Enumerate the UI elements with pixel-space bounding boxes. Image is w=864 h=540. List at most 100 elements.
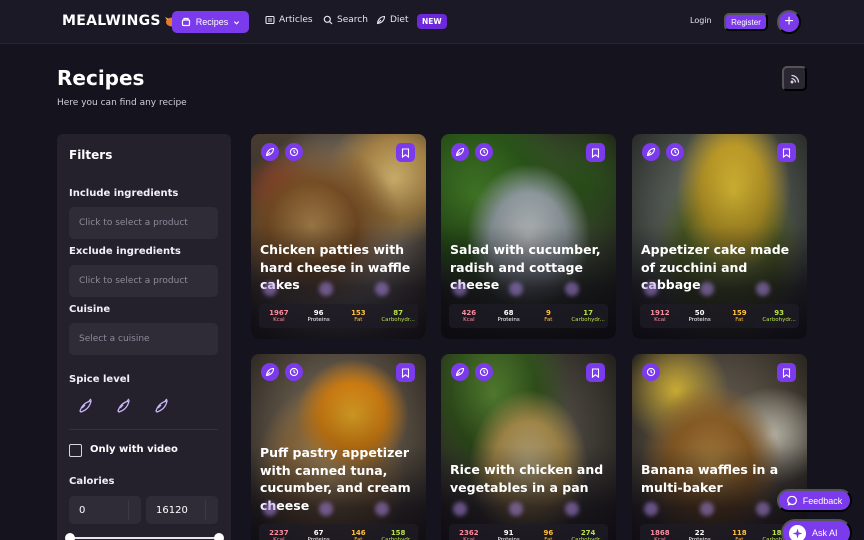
bookmark-button[interactable] (396, 143, 415, 162)
ingredient-thumbnail (375, 502, 389, 516)
cuisine-label: Cuisine (69, 304, 111, 315)
spice-level-1-icon[interactable] (77, 397, 95, 415)
proteins-value: 91 (503, 529, 514, 537)
clock-icon (642, 363, 660, 381)
fat-stat: 153 Fat (339, 309, 377, 323)
bookmark-button[interactable] (777, 143, 796, 162)
fat-value: 159 (732, 309, 747, 317)
recipe-card[interactable]: Banana waffles in a multi-baker 1868 Kcal… (632, 354, 807, 540)
kcal-value: 2237 (269, 529, 289, 537)
recipe-card[interactable]: Chicken patties with hard cheese in waff… (251, 134, 426, 339)
ingredient-thumbnail (319, 502, 333, 516)
rss-icon (790, 74, 799, 83)
bookmark-icon (782, 147, 791, 158)
rss-button[interactable] (782, 66, 807, 91)
clock-icon (285, 363, 303, 381)
fat-stat: 9 Fat (529, 309, 567, 323)
kcal-stat: 2362 Kcal (450, 529, 488, 540)
recipe-card[interactable]: Rice with chicken and vegetables in a pa… (441, 354, 616, 540)
fat-stat: 96 Fat (529, 529, 567, 540)
fat-value: 118 (732, 529, 747, 537)
bookmark-icon (401, 147, 410, 158)
ingredient-thumbnail (319, 282, 333, 296)
cuisine-select[interactable]: Select a cuisine (69, 323, 218, 355)
recipe-title[interactable]: Rice with chicken and vegetables in a pa… (450, 461, 610, 496)
carbs-stat: 87 Carbohydr... (379, 309, 417, 323)
recipe-card[interactable]: Puff pastry appetizer with canned tuna, … (251, 354, 426, 540)
carbs-value: 87 (393, 309, 403, 317)
kcal-label: Kcal (654, 317, 666, 323)
diet-leaf-icon (261, 363, 279, 381)
kcal-label: Kcal (273, 317, 285, 323)
calories-min-input[interactable]: 0 (69, 496, 141, 524)
bookmark-button[interactable] (586, 143, 605, 162)
bookmark-button[interactable] (586, 363, 605, 382)
filters-divider (69, 429, 218, 430)
calories-max-stepper[interactable] (205, 500, 214, 520)
include-ingredients-input[interactable]: Click to select a product (69, 207, 218, 239)
bookmark-button[interactable] (777, 363, 796, 382)
carbs-label: Carbohydr... (571, 317, 605, 323)
calories-label: Calories (69, 476, 115, 487)
site-logo[interactable]: MEALWINGS (62, 13, 180, 29)
kcal-stat: 426 Kcal (450, 309, 488, 323)
exclude-ingredients-input[interactable]: Click to select a product (69, 265, 218, 297)
feedback-button[interactable]: Feedback (777, 489, 852, 512)
exclude-ingredients-label: Exclude ingredients (69, 246, 181, 257)
fat-label: Fat (544, 317, 553, 323)
carbs-stat: 93 Carbohydr... (760, 309, 798, 323)
recipes-dropdown-button[interactable]: Recipes (172, 11, 249, 33)
fat-label: Fat (735, 317, 744, 323)
ingredient-thumbnails (263, 282, 389, 296)
carbs-stat: 274 Carbohydr... (569, 529, 607, 540)
recipe-title[interactable]: Banana waffles in a multi-baker (641, 461, 801, 496)
ingredient-thumbnail (453, 502, 467, 516)
calories-min-stepper[interactable] (128, 500, 137, 520)
recipe-book-icon (181, 17, 190, 27)
spice-level-3-icon[interactable] (153, 397, 171, 415)
new-badge: NEW (417, 14, 447, 29)
add-button[interactable]: + (777, 10, 801, 34)
ingredient-thumbnail (700, 282, 714, 296)
calories-slider-min-handle[interactable] (65, 533, 75, 540)
ingredient-thumbnail (644, 282, 658, 296)
nav-search-link[interactable]: Search (323, 15, 368, 25)
calories-slider-track[interactable] (69, 537, 218, 539)
carbs-value: 158 (390, 529, 406, 537)
ask-ai-label: Ask AI (812, 528, 838, 538)
ask-ai-button[interactable]: Ask AI (781, 519, 852, 540)
proteins-value: 22 (694, 529, 705, 537)
proteins-value: 68 (503, 309, 514, 317)
login-link[interactable]: Login (690, 16, 712, 25)
proteins-label: Proteins (497, 317, 520, 323)
bookmark-button[interactable] (396, 363, 415, 382)
logo-text: MEALWINGS (62, 13, 161, 29)
only-video-checkbox[interactable] (69, 444, 82, 457)
chevron-down-icon (234, 20, 240, 25)
nav-articles-link[interactable]: Articles (265, 15, 313, 25)
diet-leaf-icon (642, 143, 660, 161)
bookmark-icon (591, 367, 600, 378)
search-label: Search (337, 15, 368, 25)
ingredient-thumbnail (756, 502, 770, 516)
ingredient-thumbnail (700, 502, 714, 516)
recipe-card[interactable]: Appetizer cake made of zucchini and cabb… (632, 134, 807, 339)
calories-max-input[interactable]: 16120 (146, 496, 218, 524)
nav-diet-link[interactable]: Diet (376, 15, 409, 25)
calories-slider-max-handle[interactable] (214, 533, 224, 540)
articles-label: Articles (279, 15, 313, 25)
nutrition-bar: 1868 Kcal 22 Proteins 118 Fat 181 Carbohydr.… (640, 524, 799, 540)
register-button[interactable]: Register (724, 13, 768, 31)
only-video-label[interactable]: Only with video (90, 444, 178, 455)
diet-leaf-icon (451, 363, 469, 381)
spice-level-2-icon[interactable] (115, 397, 133, 415)
page-subtitle: Here you can find any recipe (57, 98, 187, 108)
nutrition-bar: 2362 Kcal 91 Proteins 96 Fat 274 Carbohydr..… (449, 524, 608, 540)
feedback-label: Feedback (802, 495, 843, 506)
fat-value: 96 (543, 529, 554, 537)
recipe-card[interactable]: Salad with cucumber, radish and cottage … (441, 134, 616, 339)
clock-icon (285, 143, 303, 161)
fat-label: Fat (354, 317, 363, 323)
ingredient-thumbnails (453, 282, 579, 296)
proteins-stat: 67 Proteins (300, 529, 338, 540)
